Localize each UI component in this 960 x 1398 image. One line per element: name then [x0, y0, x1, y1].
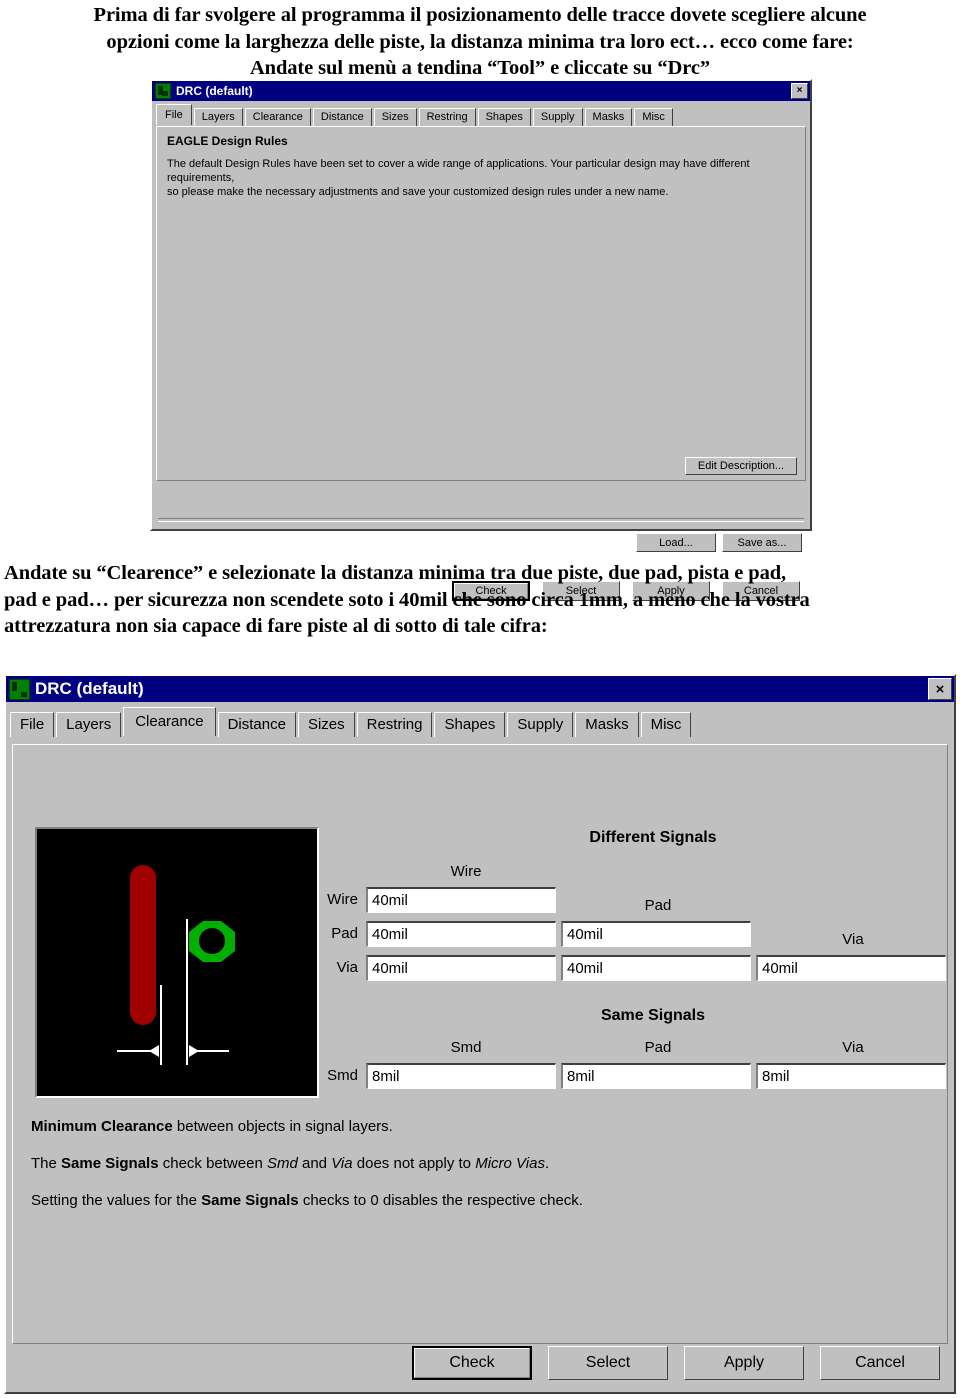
design-rules-body-line-1: The default Design Rules have been set t… — [167, 158, 750, 184]
clearance-preview-graphic — [37, 829, 317, 1096]
drc-dialog-file[interactable]: DRC (default) × File Layers Clearance Di… — [150, 79, 812, 601]
description-line-1-rest: between objects in signal layers. — [172, 1118, 393, 1135]
dialog1-titlebar[interactable]: DRC (default) × — [152, 81, 810, 101]
col-header-via-same: Via — [842, 1039, 864, 1056]
dialog2-title: DRC (default) — [35, 679, 144, 698]
design-rules-body-line-2: so please make the necessary adjustments… — [167, 186, 669, 198]
d2l3-a: Setting the values for the — [31, 1192, 202, 1209]
tab-file[interactable]: File — [10, 712, 55, 737]
cancel-button[interactable]: Cancel — [820, 1346, 940, 1380]
tab-clearance[interactable]: Clearance — [123, 707, 216, 736]
tab-supply[interactable]: Supply — [507, 712, 574, 737]
same-smd-pad-input[interactable]: 8mil — [561, 1063, 751, 1089]
dialog2-button-row: Check Select Apply Cancel — [6, 1342, 954, 1384]
load-button[interactable]: Load... — [636, 533, 716, 552]
eagle-design-rules-heading: EAGLE Design Rules — [167, 134, 288, 148]
clearance-pad-wire-input[interactable]: 40mil — [366, 921, 556, 947]
tab-restring[interactable]: Restring — [356, 712, 433, 737]
tab-shapes[interactable]: Shapes — [477, 108, 531, 126]
select-button[interactable]: Select — [548, 1346, 668, 1380]
description-line-1-bold: Minimum Clearance — [31, 1118, 173, 1135]
tab-misc[interactable]: Misc — [634, 108, 673, 126]
d2l2-i3: Micro Vias — [475, 1155, 545, 1172]
clearance-preview — [35, 827, 319, 1098]
same-smd-smd-input[interactable]: 8mil — [366, 1063, 556, 1089]
dialog1-title: DRC (default) — [176, 84, 253, 98]
d2l2-b: check between — [158, 1155, 267, 1172]
intro-line-1: Prima di far svolgere al programma il po… — [93, 4, 867, 26]
d2l3-bold: Same Signals — [201, 1192, 299, 1209]
tab-layers[interactable]: Layers — [193, 108, 243, 126]
tab-distance[interactable]: Distance — [217, 712, 296, 737]
description-line-1: Minimum Clearance between objects in sig… — [31, 1117, 943, 1136]
tab-sizes[interactable]: Sizes — [373, 108, 417, 126]
drc-dialog-clearance[interactable]: DRC (default) × File Layers Clearance Di… — [4, 674, 956, 1394]
tab-distance[interactable]: Distance — [312, 108, 372, 126]
close-icon[interactable]: × — [791, 83, 808, 99]
row-label-pad: Pad — [331, 925, 358, 942]
row-label-via: Via — [336, 959, 358, 976]
same-smd-via-input[interactable]: 8mil — [756, 1063, 946, 1089]
intro-line-3: Andate sul menù a tendina “Tool” e clicc… — [249, 57, 711, 80]
dialog2-titlebar[interactable]: DRC (default) × — [6, 676, 954, 702]
dialog1-tabstrip[interactable]: File Layers Clearance Distance Sizes Res… — [152, 104, 810, 126]
d2l2-i2: Via — [331, 1155, 353, 1172]
clearance-description: Minimum Clearance between objects in sig… — [31, 1117, 943, 1287]
eagle-drc-icon — [155, 83, 171, 99]
col-header-via: Via — [842, 931, 864, 948]
d2l3-b: checks to 0 disables the respective chec… — [298, 1192, 583, 1209]
intro-line-2: opzioni come la larghezza delle piste, l… — [106, 30, 854, 53]
clearance-via-via-input[interactable]: 40mil — [756, 955, 946, 981]
description-line-3: Setting the values for the Same Signals … — [31, 1191, 943, 1210]
middle-paragraph: Andate su “Clearence” e selezionate la d… — [4, 560, 956, 640]
clearance-pad-pad-input[interactable]: 40mil — [561, 921, 751, 947]
d2l2-bold: Same Signals — [61, 1155, 159, 1172]
dialog2-tabstrip[interactable]: File Layers Clearance Distance Sizes Res… — [6, 707, 954, 737]
middle-line-2: pad e pad… per sicurezza non scendete so… — [4, 588, 810, 611]
d2l2-c: and — [297, 1155, 332, 1172]
close-icon[interactable]: × — [928, 678, 952, 700]
d2l2-i1: Smd — [266, 1155, 298, 1172]
col-header-pad-same: Pad — [644, 1039, 672, 1056]
apply-button[interactable]: Apply — [684, 1346, 804, 1380]
row-label-wire: Wire — [327, 891, 358, 908]
check-button[interactable]: Check — [412, 1346, 532, 1380]
middle-line-1: Andate su “Clearence” e selezionate la d… — [4, 562, 787, 584]
tab-masks[interactable]: Masks — [584, 108, 633, 126]
tab-sizes[interactable]: Sizes — [297, 712, 355, 737]
different-signals-title: Different Signals — [589, 829, 717, 846]
tab-clearance[interactable]: Clearance — [244, 108, 311, 126]
tab-supply[interactable]: Supply — [532, 108, 583, 126]
edit-description-button[interactable]: Edit Description... — [685, 457, 797, 475]
dialog1-separator — [158, 518, 804, 522]
middle-line-3: attrezzatura non sia capace di fare pist… — [4, 615, 548, 638]
save-as-button[interactable]: Save as... — [722, 533, 802, 552]
tab-misc[interactable]: Misc — [640, 712, 692, 737]
row-label-smd: Smd — [327, 1067, 358, 1084]
clearance-via-pad-input[interactable]: 40mil — [561, 955, 751, 981]
d2l2-a: The — [31, 1155, 62, 1172]
clearance-wire-wire-input[interactable]: 40mil — [366, 887, 556, 913]
col-header-wire: Wire — [450, 863, 482, 880]
tab-masks[interactable]: Masks — [575, 712, 639, 737]
col-header-smd: Smd — [450, 1039, 482, 1056]
intro-paragraph: Prima di far svolgere al programma il po… — [6, 2, 954, 82]
tab-restring[interactable]: Restring — [418, 108, 476, 126]
d2l2-e: . — [544, 1155, 550, 1172]
description-line-2: The Same Signals check between Smd and V… — [31, 1154, 943, 1173]
check-button-label: Check — [414, 1348, 530, 1378]
clearance-via-wire-input[interactable]: 40mil — [366, 955, 556, 981]
dialog2-tab-page: Different Signals Wire Pad Via Wire Pad … — [12, 744, 948, 1344]
tab-layers[interactable]: Layers — [56, 712, 122, 737]
tab-file[interactable]: File — [156, 104, 192, 125]
col-header-pad: Pad — [644, 897, 672, 914]
tab-shapes[interactable]: Shapes — [434, 712, 506, 737]
dialog1-tab-page: EAGLE Design Rules The default Design Ru… — [156, 126, 806, 481]
d2l2-d: does not apply to — [352, 1155, 476, 1172]
same-signals-title: Same Signals — [600, 1007, 706, 1024]
eagle-drc-icon — [9, 678, 30, 700]
